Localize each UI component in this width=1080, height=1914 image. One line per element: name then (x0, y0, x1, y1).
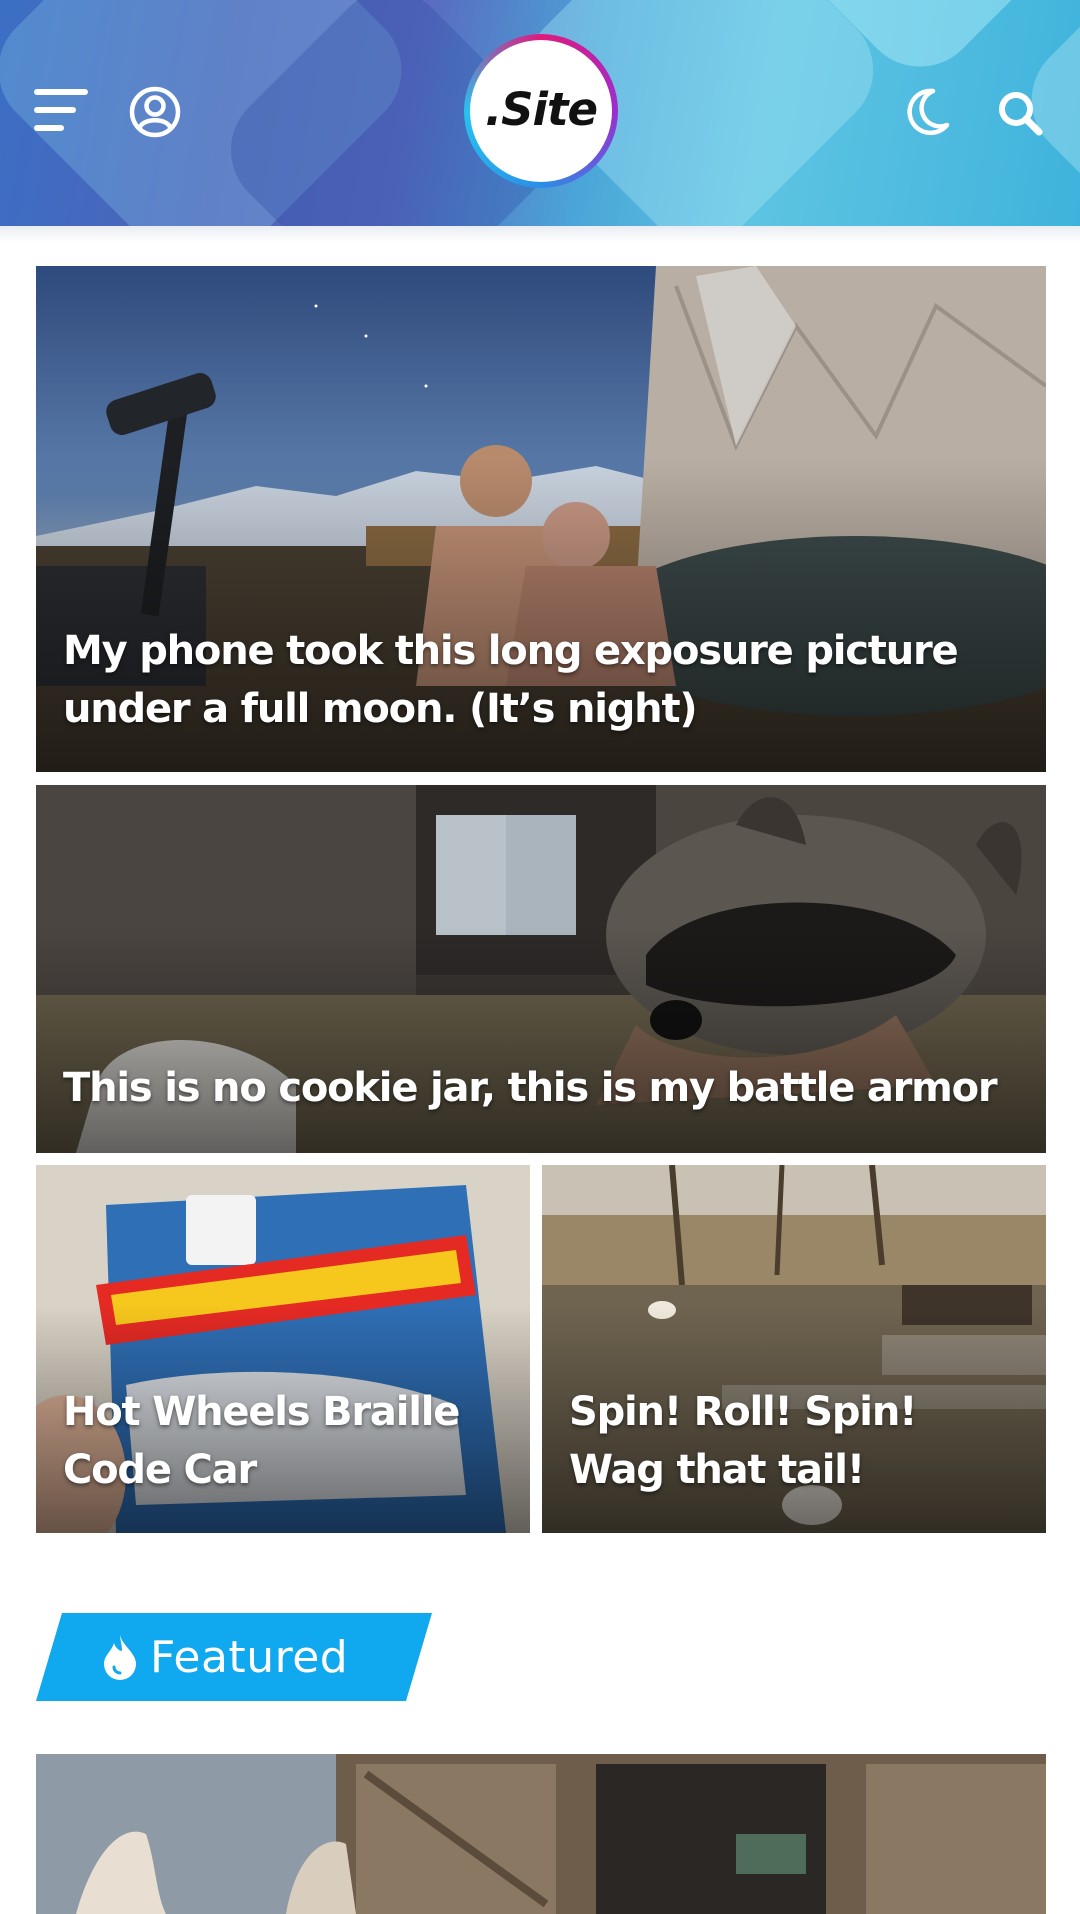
post-card-dog-yard[interactable]: Spin! Roll! Spin! Wag that tail! (542, 1165, 1046, 1533)
featured-post-image (36, 1754, 1046, 1914)
post-card-night-photo[interactable]: My phone took this long exposure picture… (36, 266, 1046, 772)
post-card-raccoon[interactable]: This is no cookie jar, this is my battle… (36, 785, 1046, 1153)
site-logo-text: .Site (485, 82, 598, 136)
header-shadow (0, 226, 1080, 242)
post-title: This is no cookie jar, this is my battle… (63, 1065, 998, 1111)
post-card-hot-wheels[interactable]: Hot Wheels Braille Code Car (36, 1165, 530, 1533)
card-gradient-overlay (36, 924, 1046, 1153)
search-icon (999, 92, 1043, 136)
user-circle-icon (129, 86, 181, 138)
flame-icon (100, 1633, 140, 1681)
site-header: .Site (0, 0, 1080, 226)
featured-section-badge[interactable]: Featured (36, 1613, 432, 1701)
post-title: My phone took this long exposure picture… (63, 628, 959, 732)
post-title: Spin! Roll! Spin! Wag that tail! (569, 1389, 917, 1493)
user-account-button[interactable] (124, 82, 186, 142)
search-button[interactable] (990, 84, 1050, 142)
site-logo[interactable]: .Site (464, 34, 618, 188)
featured-label: Featured (150, 1631, 349, 1683)
hamburger-menu-icon (34, 89, 88, 131)
menu-button[interactable] (30, 82, 94, 138)
post-title: Hot Wheels Braille Code Car (63, 1389, 460, 1493)
site-logo-inner: .Site (470, 40, 612, 182)
dark-mode-toggle[interactable] (896, 82, 958, 142)
moon-icon (907, 88, 950, 136)
featured-post-card[interactable] (36, 1754, 1046, 1914)
